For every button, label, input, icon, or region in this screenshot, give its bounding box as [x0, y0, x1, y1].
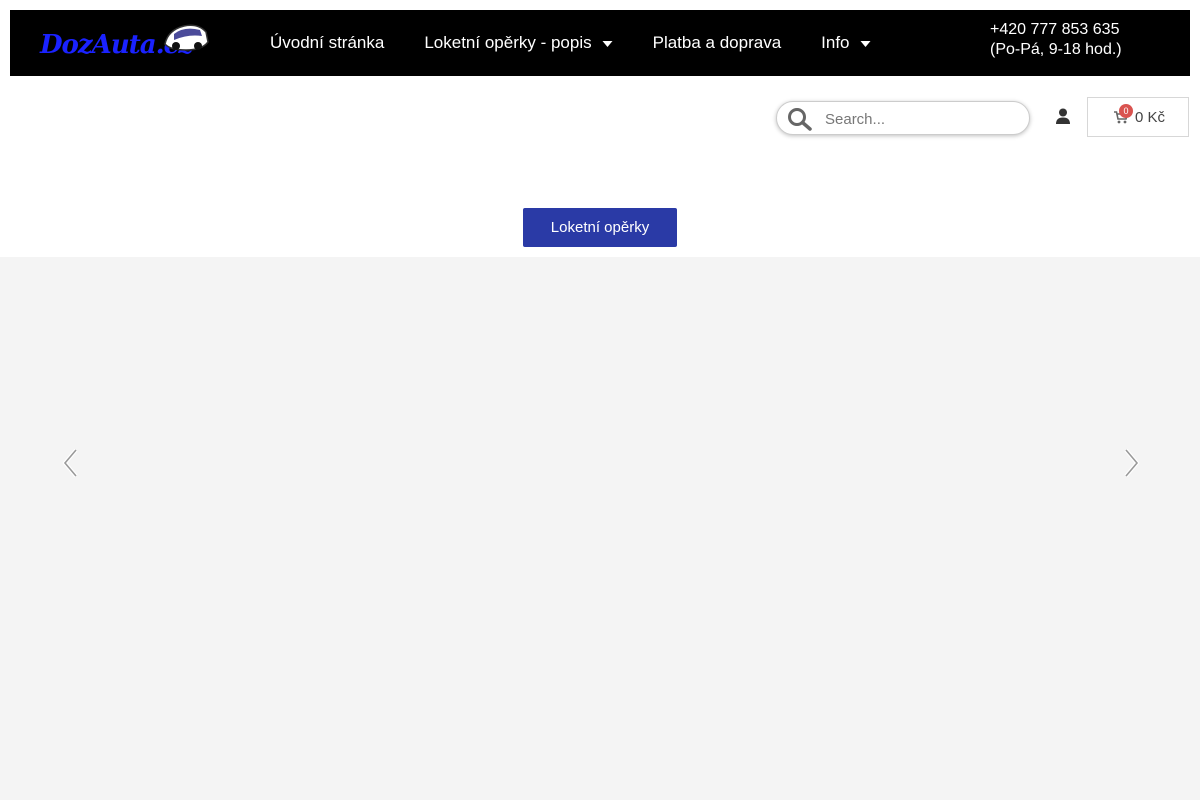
main-nav: Úvodní stránka Loketní opěrky - popis Pl…: [250, 10, 891, 76]
site-logo[interactable]: DozAuta.cz: [40, 18, 210, 68]
cart-total: 0 Kč: [1135, 109, 1166, 126]
search-icon[interactable]: [787, 107, 813, 136]
arrow-left-icon[interactable]: [60, 447, 80, 484]
nav-item-home[interactable]: Úvodní stránka: [250, 33, 404, 53]
phone-number: +420 777 853 635: [990, 21, 1120, 38]
nav-item-label: Info: [821, 33, 850, 52]
nav-item-armrests[interactable]: Loketní opěrky - popis: [404, 33, 632, 53]
opening-hours: (Po-Pá, 9-18 hod.): [990, 41, 1122, 58]
armrests-button[interactable]: Loketní opěrky: [523, 208, 677, 247]
user-icon: [1056, 108, 1070, 124]
user-account-button[interactable]: [1055, 108, 1071, 130]
cart-button[interactable]: 0 0 Kč: [1087, 97, 1189, 137]
car-logo-icon: [164, 24, 209, 51]
cart-count-badge: 0: [1119, 104, 1133, 118]
chevron-down-icon: [860, 33, 871, 53]
search-input[interactable]: [823, 108, 1017, 130]
contact-phone[interactable]: +420 777 853 635 (Po-Pá, 9-18 hod.): [990, 20, 1122, 60]
nav-item-info[interactable]: Info: [801, 33, 890, 53]
nav-item-label: Platba a doprava: [652, 33, 782, 52]
hero-slider: [0, 257, 1200, 800]
nav-item-label: Úvodní stránka: [270, 33, 385, 52]
armrests-button-label: Loketní opěrky: [550, 219, 650, 236]
arrow-right-icon[interactable]: [1122, 447, 1142, 484]
nav-item-label: Loketní opěrky - popis: [424, 33, 592, 52]
top-navigation-bar: DozAuta.cz Úvodní stránka Loketní opěrky…: [10, 10, 1190, 76]
nav-item-payment-shipping[interactable]: Platba a doprava: [633, 33, 802, 53]
chevron-down-icon: [602, 33, 613, 53]
search-box: [776, 101, 1030, 135]
